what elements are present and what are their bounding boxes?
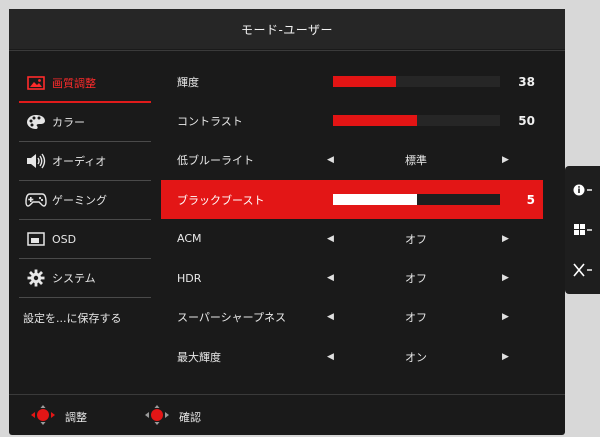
setting-value: 38	[518, 74, 535, 89]
sidebar-item-label: 設定を...に保存する	[23, 311, 122, 325]
sidebar-item-label: システム	[52, 272, 96, 285]
setting-brightness[interactable]: 輝度 38	[161, 62, 543, 101]
sidebar-item-label: OSD	[52, 232, 77, 246]
setting-hdr[interactable]: HDR ◀ オフ ▶	[161, 258, 543, 297]
divider	[9, 50, 565, 51]
setting-label: コントラスト	[177, 114, 243, 128]
arrow-left-icon[interactable]: ◀	[327, 273, 334, 283]
arrow-left-icon[interactable]: ◀	[327, 312, 334, 322]
menu-title: モード-ユーザー	[9, 9, 565, 49]
gear-icon	[25, 269, 47, 287]
side-tab-panel	[565, 166, 600, 294]
sidebar-item-gaming[interactable]: ゲーミング	[19, 181, 151, 220]
dpad-center-icon	[145, 405, 169, 428]
contrast-slider[interactable]	[333, 115, 500, 127]
footer-confirm: 確認	[145, 405, 201, 428]
sidebar-item-system[interactable]: システム	[19, 259, 151, 298]
setting-label: 輝度	[177, 75, 199, 89]
setting-value: 標準	[405, 154, 427, 168]
setting-value: オフ	[405, 232, 427, 246]
setting-value: オフ	[405, 311, 427, 325]
settings-list: 輝度 38 コントラスト 50 低ブルーライト ◀ 標準 ▶ ブラックブースト …	[161, 62, 543, 376]
arrow-left-icon[interactable]: ◀	[327, 155, 334, 165]
input-icon[interactable]	[565, 212, 600, 248]
palette-icon	[25, 113, 47, 131]
dpad-left-right-icon	[31, 405, 55, 428]
footer-adjust: 調整	[31, 405, 87, 428]
picture-icon	[25, 74, 47, 92]
arrow-left-icon[interactable]: ◀	[327, 352, 334, 362]
sidebar-item-color[interactable]: カラー	[19, 103, 151, 142]
gamepad-icon	[25, 191, 47, 209]
sidebar: 画質調整 カラー オーディオ ゲーミング OSD システム 設定を...に保存す…	[19, 64, 151, 337]
setting-label: 最大輝度	[177, 350, 221, 364]
setting-value: オン	[405, 350, 427, 364]
sidebar-item-audio[interactable]: オーディオ	[19, 142, 151, 181]
sidebar-item-label: オーディオ	[52, 155, 107, 168]
setting-super-sharpness[interactable]: スーパーシャープネス ◀ オフ ▶	[161, 298, 543, 337]
setting-contrast[interactable]: コントラスト 50	[161, 101, 543, 140]
footer-confirm-label: 確認	[179, 410, 201, 424]
black-boost-slider[interactable]	[333, 193, 500, 205]
arrow-right-icon[interactable]: ▶	[502, 312, 509, 322]
setting-max-brightness[interactable]: 最大輝度 ◀ オン ▶	[161, 337, 543, 376]
close-icon[interactable]	[565, 252, 600, 288]
slider-fill	[333, 193, 417, 205]
arrow-left-icon[interactable]: ◀	[327, 234, 334, 244]
arrow-right-icon[interactable]: ▶	[502, 155, 509, 165]
info-icon[interactable]	[565, 172, 600, 208]
footer-adjust-label: 調整	[65, 410, 87, 424]
setting-acm[interactable]: ACM ◀ オフ ▶	[161, 219, 543, 258]
setting-black-boost[interactable]: ブラックブースト 5	[161, 179, 543, 220]
arrow-right-icon[interactable]: ▶	[502, 234, 509, 244]
setting-value: オフ	[405, 272, 427, 286]
sidebar-item-label: ゲーミング	[52, 194, 107, 207]
sidebar-item-save-settings[interactable]: 設定を...に保存する	[19, 298, 151, 337]
setting-label: HDR	[177, 271, 202, 285]
sidebar-item-label: カラー	[52, 116, 85, 129]
setting-value: 50	[518, 113, 535, 128]
arrow-right-icon[interactable]: ▶	[502, 273, 509, 283]
setting-low-blue-light[interactable]: 低ブルーライト ◀ 標準 ▶	[161, 141, 543, 180]
sidebar-item-label: 画質調整	[52, 76, 96, 90]
brightness-slider[interactable]	[333, 76, 500, 87]
arrow-right-icon[interactable]: ▶	[502, 352, 509, 362]
setting-label: 低ブルーライト	[177, 154, 254, 168]
osd-window-icon	[25, 230, 47, 248]
setting-value: 5	[526, 192, 535, 207]
sidebar-item-picture[interactable]: 画質調整	[19, 64, 151, 103]
osd-menu: モード-ユーザー 画質調整 カラー オーディオ ゲーミング OSD システム 設…	[9, 9, 565, 435]
speaker-icon	[25, 152, 47, 170]
setting-label: スーパーシャープネス	[177, 311, 287, 325]
sidebar-item-osd[interactable]: OSD	[19, 220, 151, 259]
setting-label: ブラックブースト	[177, 193, 265, 207]
slider-fill	[333, 115, 417, 127]
footer: 調整 確認	[9, 395, 565, 435]
setting-label: ACM	[177, 232, 202, 246]
slider-fill	[333, 76, 397, 87]
